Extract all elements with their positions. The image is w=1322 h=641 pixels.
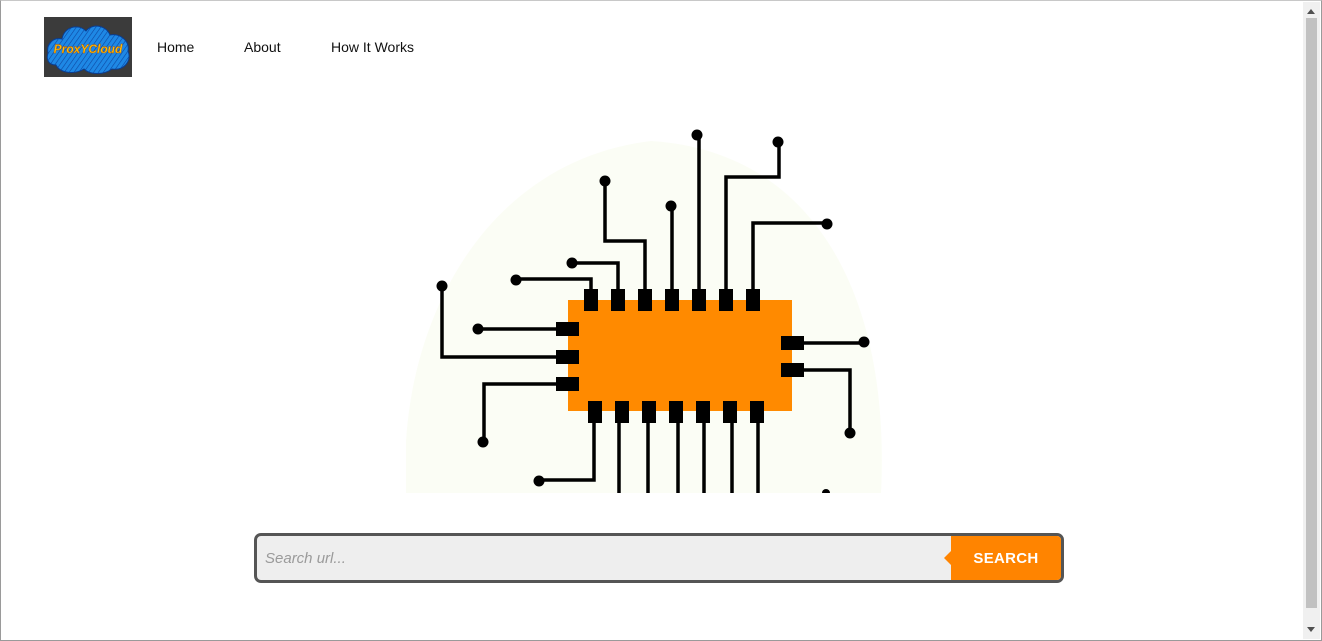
nav-home-link[interactable]: Home	[157, 39, 194, 55]
svg-text:ProxYCloud: ProxYCloud	[54, 42, 123, 56]
hero-illustration	[405, 126, 886, 497]
scroll-down-arrow-icon[interactable]	[1307, 627, 1315, 632]
site-logo[interactable]: ProxYCloud	[44, 17, 132, 77]
cloud-logo-icon: ProxYCloud	[46, 25, 130, 74]
nav-how-it-works-link[interactable]: How It Works	[331, 39, 414, 55]
browser-viewport: ProxYCloud Home About How It Works Searc…	[0, 0, 1322, 641]
scroll-thumb[interactable]	[1306, 18, 1317, 608]
nav-about-link[interactable]: About	[244, 39, 281, 55]
search-form: SEARCH	[254, 533, 1064, 583]
search-button-notch	[944, 551, 951, 565]
search-button-label: SEARCH	[973, 549, 1039, 567]
scroll-up-arrow-icon[interactable]	[1307, 9, 1315, 14]
vertical-scrollbar[interactable]	[1303, 2, 1320, 639]
search-url-input[interactable]	[257, 536, 947, 580]
search-button[interactable]: SEARCH	[944, 536, 1061, 580]
circuit-chip-icon	[405, 129, 882, 497]
